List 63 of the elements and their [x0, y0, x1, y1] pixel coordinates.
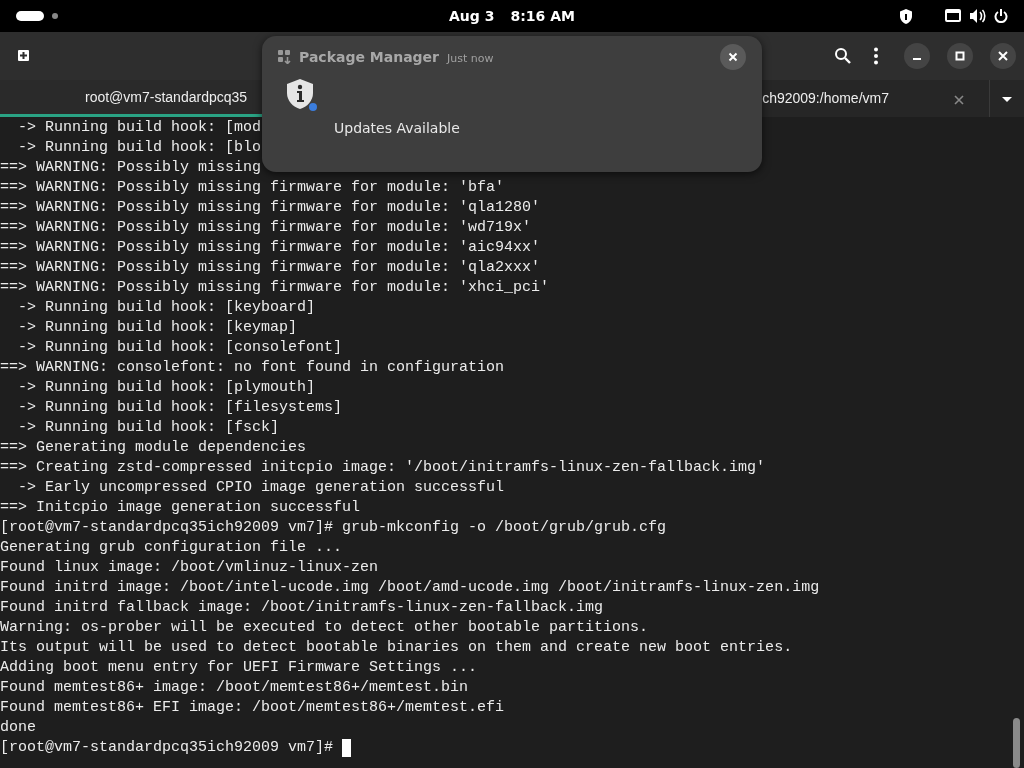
terminal-line: Found memtest86+ EFI image: /boot/memtest86+/memtest.efi	[0, 698, 505, 718]
time-text: 8:16 AM	[510, 6, 575, 26]
terminal-line: Found memtest86+ image: /boot/memtest86+/memtest.bin	[0, 678, 469, 698]
notification-message: Updates Available	[334, 120, 460, 136]
terminal-line: ==> WARNING: Possibly missing firmware for module: 'xhci_pci'	[0, 278, 550, 298]
network-icon[interactable]	[945, 9, 961, 23]
shield-icon[interactable]	[899, 8, 913, 24]
terminal-tab[interactable]: ch92009:/home/vm7	[492, 80, 984, 117]
terminal-line: Found linux image: /boot/vmlinuz-linux-zen	[0, 558, 379, 578]
terminal-line: ==> WARNING: Possibly missing firmware for module: 'bfa'	[0, 178, 505, 198]
terminal-line: ==> Creating zstd-compressed initcpio image: '/boot/initramfs-linux-zen-fallback.img'	[0, 458, 766, 478]
close-icon	[728, 52, 738, 62]
terminal-line: -> Running build hook: [consolefont]	[17, 338, 343, 358]
terminal-line: ==> WARNING: Possibly missing firmware for module: 'wd719x'	[0, 218, 532, 238]
terminal-line: -> Running build hook: [keymap]	[17, 318, 298, 338]
shield-info-icon	[286, 78, 318, 112]
terminal-line: -> Running build hook: [plymouth]	[17, 378, 316, 398]
terminal-line: done	[0, 718, 36, 738]
power-icon[interactable]	[994, 9, 1008, 23]
tab-title: ch92009:/home/vm7	[762, 89, 889, 108]
terminal-line: ==> Initcpio image generation successful	[0, 498, 361, 518]
terminal-line: Adding boot menu entry for UEFI Firmware Settings ...	[0, 658, 478, 678]
terminal-line: -> Running build hook: [fsck]	[17, 418, 280, 438]
terminal-line: -> Running build hook: [keyboard]	[17, 298, 316, 318]
terminal-line: Warning: os-prober will be executed to detect other bootable partitions.	[0, 618, 649, 638]
scrollbar-thumb[interactable]	[1013, 718, 1020, 768]
terminal-prompt: [root@vm7-standardpcq35ich92009 vm7]#	[0, 738, 334, 758]
minimize-button[interactable]	[904, 43, 930, 69]
volume-icon[interactable]	[969, 9, 986, 23]
terminal-line: -> Running build hook: [blo	[17, 138, 262, 158]
terminal-line: -> Running build hook: [mod	[17, 118, 262, 138]
notification-close-button[interactable]	[720, 44, 746, 70]
terminal-line: ==> WARNING: Possibly missing firmware for module: 'aic94xx'	[0, 238, 541, 258]
terminal-line: -> Early uncompressed CPIO image generation successful	[17, 478, 505, 498]
terminal-line: ==> WARNING: Possibly missing firmware for module: 'qla1280'	[0, 198, 541, 218]
close-icon	[998, 51, 1008, 61]
notification-app-name: Package Manager	[299, 47, 439, 67]
maximize-button[interactable]	[947, 43, 973, 69]
minimize-icon	[913, 58, 921, 60]
terminal-cursor	[342, 739, 352, 757]
terminal-line: [root@vm7-standardpcq35ich92009 vm7]# grub-mkconfig -o /boot/grub/grub.cfg	[0, 518, 667, 538]
search-icon	[834, 47, 852, 65]
terminal-line: ==> WARNING: consolefont: no font found in configuration	[0, 358, 505, 378]
add-icon	[16, 48, 32, 64]
terminal-line: Its output will be used to detect bootable binaries on them and create new boot entries.	[0, 638, 793, 658]
terminal-line: ==> Generating module dependencies	[0, 438, 307, 458]
menu-icon	[873, 47, 879, 65]
caret-icon	[1002, 97, 1012, 102]
close-button[interactable]	[990, 43, 1016, 69]
tab-title: root@vm7-standardpcq35	[85, 87, 248, 107]
close-icon	[954, 95, 964, 105]
workspace-dot[interactable]	[52, 13, 58, 19]
maximize-icon	[955, 51, 965, 61]
workspace-indicator[interactable]	[16, 11, 44, 21]
terminal-line: Found initrd fallback image: /boot/initramfs-linux-zen-fallback.img	[0, 598, 604, 618]
terminal-line: ==> WARNING: Possibly missing firmware for module: 'qla2xxx'	[0, 258, 541, 278]
terminal-line: Found initrd image: /boot/intel-ucode.img /boot/amd-ucode.img /boot/initramfs-linux-zen.img	[0, 578, 820, 598]
app-grid-icon	[278, 50, 291, 64]
terminal-line: Generating grub configuration file ...	[0, 538, 343, 558]
date-text: Aug 3	[449, 6, 495, 26]
notification-time: Just now	[447, 50, 494, 67]
terminal-line: ==> WARNING: Possibly missing	[0, 158, 262, 178]
terminal-line: -> Running build hook: [filesystems]	[17, 398, 343, 418]
